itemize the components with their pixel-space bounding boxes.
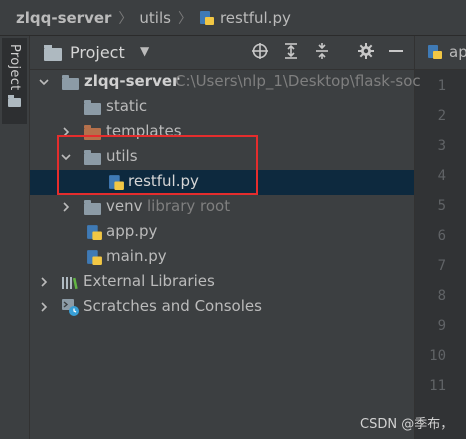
python-file-icon [428, 45, 442, 59]
chevron-right-icon: 〉 [177, 10, 192, 27]
folder-icon [84, 150, 101, 165]
minimize-icon[interactable] [385, 42, 407, 64]
tree-item-label: Scratches and Consoles [83, 297, 262, 315]
line-number: 8 [437, 288, 446, 304]
tree-item-label: main.py [106, 247, 167, 265]
expand-all-icon[interactable] [280, 42, 302, 64]
tree-row-root[interactable]: zlqq-server C:\Users\nlp_1\Desktop\flask… [30, 70, 421, 95]
project-panel-header: Project ▼ [30, 36, 414, 70]
project-tree: zlqq-server C:\Users\nlp_1\Desktop\flask… [30, 70, 421, 439]
chevron-right-icon[interactable] [38, 275, 50, 289]
line-number: 9 [437, 318, 446, 334]
editor-tab-app[interactable]: ap [415, 36, 466, 70]
folder-icon [84, 200, 101, 215]
breadcrumb-file-label: restful.py [219, 8, 291, 27]
tree-row-venv[interactable]: venv library root [30, 195, 414, 220]
navigation-bar: zlqq-server 〉 utils 〉 restful.py [0, 0, 466, 36]
library-root-hint: library root [147, 197, 231, 215]
line-number: 6 [437, 228, 446, 244]
line-number: 10 [429, 348, 446, 364]
folder-icon [44, 45, 62, 61]
tree-row-templates[interactable]: templates [30, 120, 414, 145]
tree-item-label: External Libraries [83, 272, 215, 290]
chevron-right-icon[interactable] [38, 300, 50, 314]
chevron-right-icon: 〉 [118, 10, 133, 27]
tree-row-external-libraries[interactable]: External Libraries [30, 270, 414, 295]
chevron-right-icon[interactable] [60, 200, 72, 214]
breadcrumb-utils[interactable]: utils [139, 9, 171, 27]
tree-row-restful[interactable]: restful.py [30, 170, 414, 195]
tree-item-label: utils [106, 147, 138, 165]
breadcrumb-project[interactable]: zlqq-server [16, 9, 111, 27]
tree-item-label: templates [106, 122, 182, 140]
collapse-all-icon[interactable] [311, 42, 333, 64]
python-file-icon [87, 225, 102, 240]
tree-item-label: app.py [106, 222, 158, 240]
tree-item-label: zlqq-server [84, 72, 180, 90]
chevron-down-icon[interactable] [60, 150, 72, 164]
line-number: 1 [437, 78, 446, 94]
editor-tab-label: ap [449, 43, 466, 61]
folder-icon [8, 94, 21, 107]
line-number: 4 [437, 168, 446, 184]
gear-icon[interactable] [355, 42, 377, 64]
tree-row-main[interactable]: main.py [30, 245, 414, 270]
line-number: 11 [429, 378, 446, 394]
tree-row-scratches[interactable]: Scratches and Consoles [30, 295, 414, 320]
line-number: 5 [437, 198, 446, 214]
tree-row-utils[interactable]: utils [30, 145, 414, 170]
line-number: 3 [437, 138, 446, 154]
panel-title[interactable]: Project [70, 43, 125, 62]
tree-item-label: restful.py [128, 172, 199, 190]
chevron-right-icon[interactable] [60, 125, 72, 139]
breadcrumb-file[interactable]: restful.py [199, 9, 291, 27]
root-path: C:\Users\nlp_1\Desktop\flask-soc [175, 72, 421, 90]
tool-window-strip: Project [0, 36, 30, 439]
triangle-down-icon[interactable]: ▼ [140, 44, 149, 58]
tree-item-label: venv [106, 197, 143, 215]
project-tool-tab[interactable]: Project [2, 38, 27, 124]
scratches-icon [62, 299, 79, 316]
tree-row-app[interactable]: app.py [30, 220, 414, 245]
project-tool-tab-label: Project [7, 44, 22, 91]
python-file-icon [109, 175, 124, 190]
python-file-icon [87, 250, 102, 265]
editor-area[interactable]: ap 1 2 3 4 5 6 7 8 9 10 11 [414, 36, 466, 439]
watermark: CSDN @季布， [360, 417, 454, 432]
chevron-down-icon[interactable] [38, 75, 50, 89]
library-icon [62, 277, 78, 290]
tree-row-static[interactable]: static [30, 95, 414, 120]
line-number: 2 [437, 108, 446, 124]
python-file-icon [199, 10, 214, 25]
folder-icon [84, 125, 101, 140]
tree-item-label: static [106, 97, 148, 115]
line-number: 7 [437, 258, 446, 274]
folder-icon [62, 75, 79, 90]
folder-icon [84, 100, 101, 115]
locate-icon[interactable] [249, 42, 271, 64]
